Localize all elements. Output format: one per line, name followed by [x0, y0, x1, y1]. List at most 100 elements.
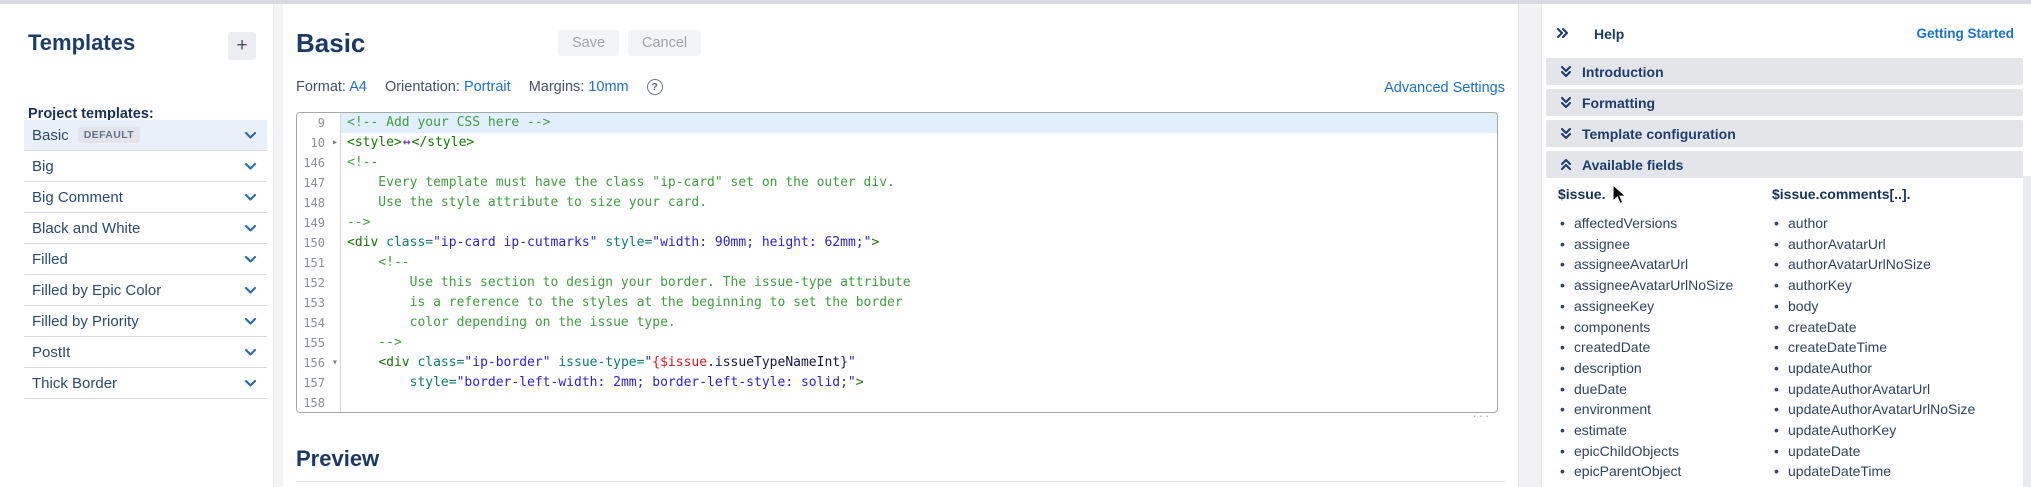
- template-item[interactable]: BasicDEFAULT: [24, 120, 267, 151]
- template-item[interactable]: Thick Border: [24, 368, 267, 399]
- code-line-content[interactable]: style="border-left-width: 2mm; border-le…: [341, 373, 1497, 393]
- template-item[interactable]: Filled by Priority: [24, 306, 267, 337]
- code-token: [378, 235, 386, 250]
- code-line-content[interactable]: is a reference to the styles at the begi…: [341, 293, 1497, 313]
- template-item[interactable]: Black and White: [24, 213, 267, 244]
- template-item[interactable]: Big: [24, 151, 267, 182]
- line-number: 158: [297, 393, 341, 413]
- format-value-link[interactable]: A4: [349, 79, 367, 95]
- code-line-content[interactable]: <!-- Add your CSS here -->: [341, 113, 1497, 133]
- main-scrollbar[interactable]: [1518, 4, 1542, 487]
- help-panel: Help Getting Started IntroductionFormatt…: [1546, 4, 2023, 487]
- double-chevron-down-icon: [1560, 96, 1572, 109]
- field-item: epicChildObjects: [1558, 441, 1772, 462]
- field-item: assigneeAvatarUrlNoSize: [1558, 275, 1772, 296]
- code-token: >: [871, 235, 879, 250]
- code-token: </style>: [412, 135, 475, 150]
- template-item-label: Big: [32, 158, 54, 175]
- orientation-value-link[interactable]: Portrait: [464, 79, 511, 95]
- code-editor[interactable]: 9<!-- Add your CSS here -->10▸<style>↔</…: [296, 112, 1498, 413]
- fields-column: $issue.affectedVersionsassigneeassigneeA…: [1558, 186, 1772, 482]
- chevron-down-icon[interactable]: [244, 348, 257, 357]
- code-token: class=: [417, 355, 464, 370]
- template-item-label: Filled by Priority: [32, 313, 139, 330]
- code-line-content[interactable]: -->: [341, 213, 1497, 233]
- code-line-content[interactable]: <!--: [341, 253, 1497, 273]
- code-token: <style>: [347, 135, 402, 150]
- code-line-content[interactable]: <!--: [341, 153, 1497, 173]
- field-item: updateAuthorAvatarUrl: [1772, 379, 1975, 400]
- editor-line: 147 Every template must have the class "…: [297, 173, 1497, 193]
- template-item[interactable]: Filled: [24, 244, 267, 275]
- line-number: 9: [297, 113, 341, 133]
- code-line-content[interactable]: [341, 393, 1497, 413]
- code-line-content[interactable]: Every template must have the class "ip-c…: [341, 173, 1497, 193]
- help-section-template-configuration[interactable]: Template configuration: [1546, 120, 2023, 147]
- line-number: 152: [297, 273, 341, 293]
- code-line-content[interactable]: <style>↔</style>: [341, 133, 1497, 153]
- field-item: updateDate: [1772, 441, 1975, 462]
- code-token: Use this section to design your border. …: [347, 275, 911, 290]
- field-item: authorAvatarUrl: [1772, 234, 1975, 255]
- page-title: Basic: [296, 28, 365, 59]
- chevron-down-icon[interactable]: [244, 131, 257, 140]
- code-token: color depending on the issue type.: [347, 315, 676, 330]
- help-sections: Introduction Formatting Template configura…: [1546, 58, 2023, 182]
- editor-resize-handle[interactable]: ···: [1462, 408, 1502, 423]
- editor-line: 149-->: [297, 213, 1497, 233]
- code-line-content[interactable]: <div class="ip-card ip-cutmarks" style="…: [341, 233, 1497, 253]
- help-section-introduction[interactable]: Introduction: [1546, 58, 2023, 85]
- chevron-down-icon[interactable]: [244, 286, 257, 295]
- line-number: 149: [297, 213, 341, 233]
- templates-sidebar: Templates + Project templates: BasicDEFA…: [0, 4, 283, 487]
- chevron-down-icon[interactable]: [244, 317, 257, 326]
- field-item: dueDate: [1558, 379, 1772, 400]
- getting-started-link[interactable]: Getting Started: [1916, 26, 2014, 41]
- editor-line: 150<div class="ip-card ip-cutmarks" styl…: [297, 233, 1497, 253]
- template-item[interactable]: Filled by Epic Color: [24, 275, 267, 306]
- line-number: 148: [297, 193, 341, 213]
- field-item: epicParentObject: [1558, 461, 1772, 482]
- chevron-down-icon[interactable]: [244, 193, 257, 202]
- help-section-available-fields[interactable]: Available fields: [1546, 151, 2023, 178]
- code-token: "ip-card ip-cutmarks": [433, 235, 597, 250]
- field-item: authorKey: [1772, 275, 1975, 296]
- orientation-label: Orientation:: [385, 79, 460, 95]
- help-section-formatting[interactable]: Formatting: [1546, 89, 2023, 116]
- line-number: 153: [297, 293, 341, 313]
- fields-list: authorauthorAvatarUrlauthorAvatarUrlNoSi…: [1772, 213, 1975, 482]
- add-template-button[interactable]: +: [228, 32, 256, 60]
- code-line-content[interactable]: -->: [341, 333, 1497, 353]
- code-line-content[interactable]: Use the style attribute to size your car…: [341, 193, 1497, 213]
- cancel-button[interactable]: Cancel: [628, 30, 701, 56]
- fold-collapsed-icon[interactable]: ▸: [332, 133, 338, 153]
- advanced-settings-link[interactable]: Advanced Settings: [1384, 80, 1505, 96]
- code-token: .issueTypeNameInt}: [707, 355, 848, 370]
- field-item: estimate: [1558, 420, 1772, 441]
- save-button[interactable]: Save: [558, 30, 619, 56]
- fold-expanded-icon[interactable]: ▾: [332, 353, 338, 373]
- code-line-content[interactable]: Use this section to design your border. …: [341, 273, 1497, 293]
- help-section-label: Introduction: [1582, 64, 1664, 80]
- line-number: 147: [297, 173, 341, 193]
- chevron-down-icon[interactable]: [244, 379, 257, 388]
- code-line-content[interactable]: <div class="ip-border" issue-type="{$iss…: [341, 353, 1497, 373]
- collapsed-fold-widget[interactable]: ↔: [402, 135, 412, 150]
- chevron-down-icon[interactable]: [244, 224, 257, 233]
- collapse-panel-icon[interactable]: [1556, 27, 1568, 40]
- template-item[interactable]: PostIt: [24, 337, 267, 368]
- editor-line: 151 <!--: [297, 253, 1497, 273]
- code-token: Every template must have the class "ip-c…: [347, 175, 895, 190]
- help-panel-scrollbar[interactable]: [2023, 176, 2031, 487]
- sidebar-scrollbar[interactable]: [273, 4, 283, 487]
- margins-value-link[interactable]: 10mm: [588, 79, 628, 95]
- template-item-label: Thick Border: [32, 375, 117, 392]
- double-chevron-down-icon: [1560, 65, 1572, 78]
- field-item: updateDateTime: [1772, 461, 1975, 482]
- template-item[interactable]: Big Comment: [24, 182, 267, 213]
- help-question-icon[interactable]: ?: [647, 79, 663, 95]
- help-section-label: Formatting: [1582, 95, 1655, 111]
- chevron-down-icon[interactable]: [244, 255, 257, 264]
- chevron-down-icon[interactable]: [244, 162, 257, 171]
- code-line-content[interactable]: color depending on the issue type.: [341, 313, 1497, 333]
